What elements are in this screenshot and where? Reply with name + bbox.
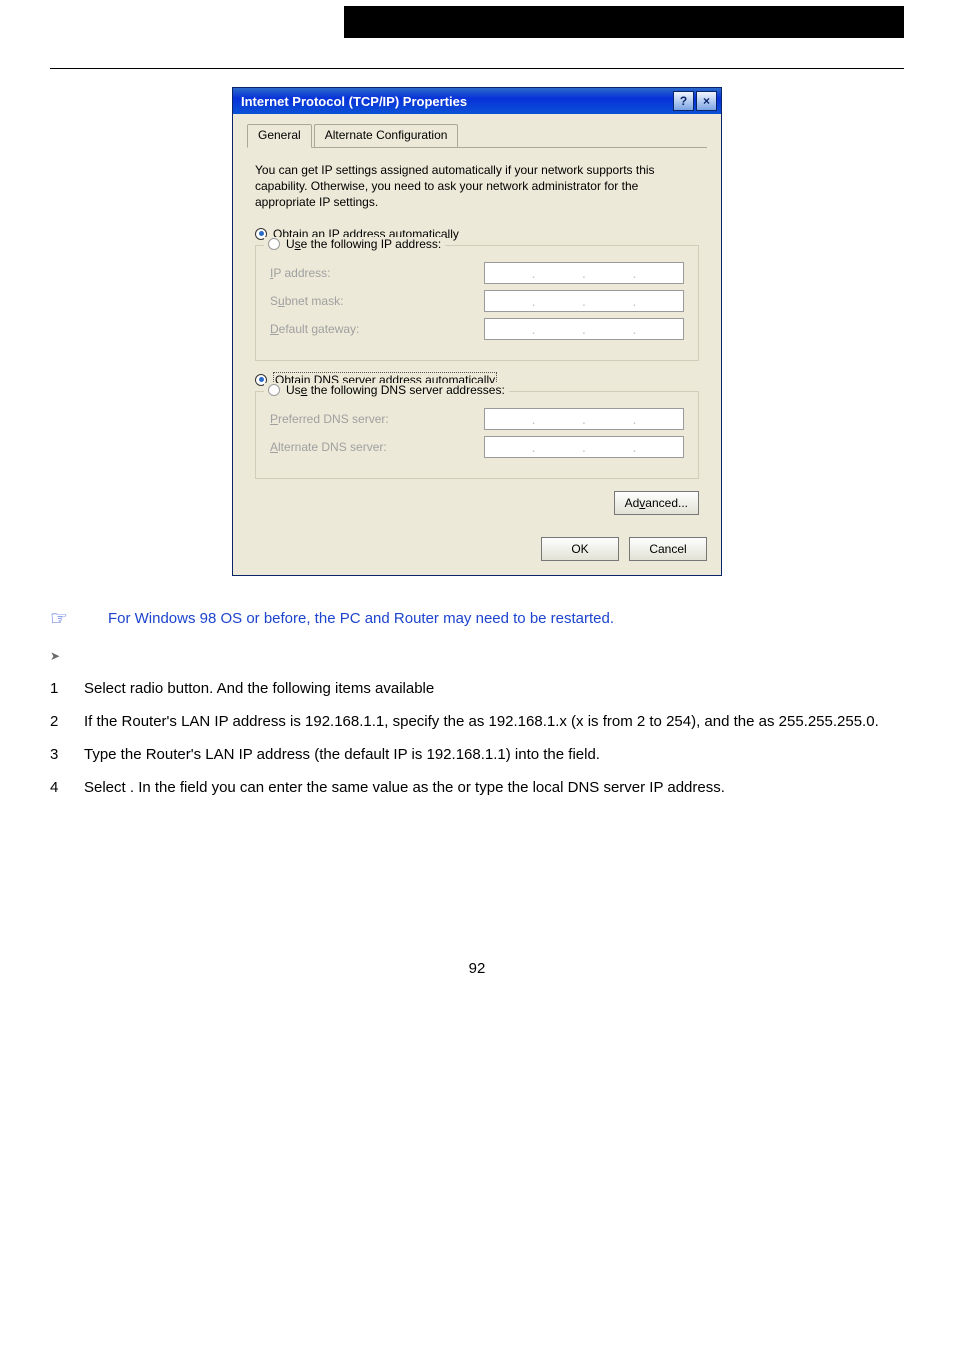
preferred-dns-input: ... — [484, 408, 684, 430]
step-1-text: Select radio button. And the following i… — [84, 677, 434, 700]
preferred-dns-label: Preferred DNS server: — [270, 412, 477, 426]
hand-icon: ☞ — [50, 606, 68, 631]
page-number: 92 — [50, 960, 904, 977]
note-text: For Windows 98 OS or before, the PC and … — [108, 610, 614, 627]
radio-icon — [268, 238, 280, 250]
radio-use-dns[interactable]: Use the following DNS server addresses: — [264, 383, 509, 397]
ip-group: Use the following IP address: IP address… — [255, 245, 699, 361]
tabs: General Alternate Configuration — [247, 124, 707, 148]
note-row: ☞ For Windows 98 OS or before, the PC an… — [50, 606, 904, 631]
steps: 1 Select radio button. And the following … — [50, 677, 904, 800]
dialog-description: You can get IP settings assigned automat… — [255, 162, 699, 211]
dns-group: Use the following DNS server addresses: … — [255, 391, 699, 479]
step-4-text: Select . In the field you can enter the … — [84, 776, 725, 799]
subnet-mask-input: ... — [484, 290, 684, 312]
step-number: 1 — [50, 677, 64, 700]
radio-use-ip-label: Use the following IP address: — [286, 237, 441, 251]
radio-use-dns-label: Use the following DNS server addresses: — [286, 383, 505, 397]
radio-use-ip[interactable]: Use the following IP address: — [264, 237, 445, 251]
dialog-title: Internet Protocol (TCP/IP) Properties — [241, 94, 467, 109]
cancel-button[interactable]: Cancel — [629, 537, 707, 561]
help-button[interactable]: ? — [673, 91, 694, 111]
tcpip-properties-dialog: Internet Protocol (TCP/IP) Properties ? … — [232, 87, 722, 576]
chevron-icon: ➤ — [50, 649, 904, 663]
advanced-button[interactable]: Advanced... — [614, 491, 699, 515]
alternate-dns-input: ... — [484, 436, 684, 458]
radio-icon — [268, 384, 280, 396]
subnet-mask-label: Subnet mask: — [270, 294, 477, 308]
tab-general[interactable]: General — [247, 124, 312, 148]
horizontal-rule — [50, 68, 904, 69]
top-black-strip — [344, 6, 904, 38]
default-gateway-input: ... — [484, 318, 684, 340]
dialog-titlebar: Internet Protocol (TCP/IP) Properties ? … — [233, 88, 721, 114]
step-number: 3 — [50, 743, 64, 766]
tab-alternate[interactable]: Alternate Configuration — [314, 124, 459, 148]
ok-button[interactable]: OK — [541, 537, 619, 561]
step-number: 4 — [50, 776, 64, 799]
alternate-dns-label: Alternate DNS server: — [270, 440, 477, 454]
ip-address-input: ... — [484, 262, 684, 284]
step-number: 2 — [50, 710, 64, 733]
step-2-text: If the Router's LAN IP address is 192.16… — [84, 710, 879, 733]
step-3-text: Type the Router's LAN IP address (the de… — [84, 743, 600, 766]
default-gateway-label: Default gateway: — [270, 322, 477, 336]
ip-address-label: IP address: — [270, 266, 477, 280]
close-button[interactable]: × — [696, 91, 717, 111]
